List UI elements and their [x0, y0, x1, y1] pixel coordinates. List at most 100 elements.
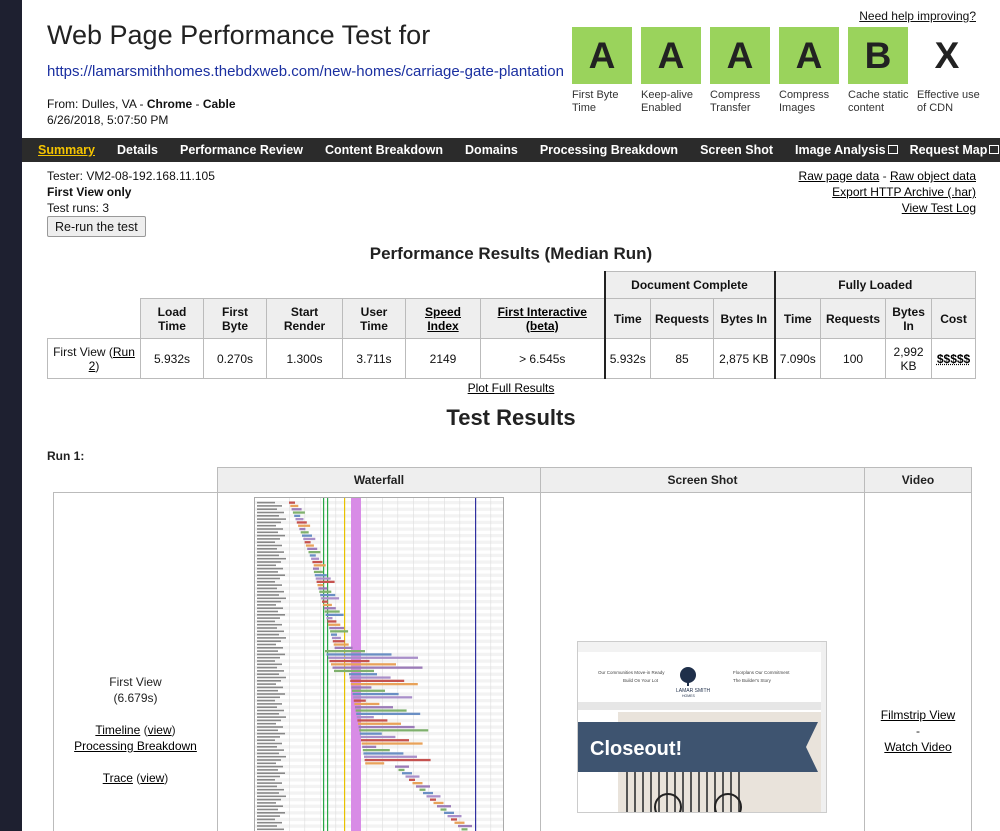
watch-video-link[interactable]: Watch Video — [884, 740, 951, 754]
filmstrip-view-link[interactable]: Filmstrip View — [881, 708, 955, 722]
waterfall-request-bar — [324, 610, 340, 613]
trace-view-link[interactable]: view — [140, 771, 164, 785]
doc-complete-group-header: Document Complete — [603, 271, 776, 299]
waterfall-request-bar — [361, 739, 409, 742]
waterfall-request-bar — [311, 557, 320, 560]
col-first-interactive[interactable]: First Interactive (beta) — [480, 298, 606, 339]
waterfall-row-label — [257, 544, 282, 547]
nav-details[interactable]: Details — [117, 143, 158, 157]
nav-summary[interactable]: Summary — [38, 143, 95, 157]
waterfall-request-bar — [359, 732, 382, 735]
timeline-link[interactable]: Timeline — [95, 723, 140, 737]
waterfall-row-label — [257, 746, 277, 748]
first-view-cell: First View (6.679s) Timeline (view) Proc… — [53, 492, 218, 831]
val-start-render: 1.300s — [266, 338, 343, 379]
waterfall-row-band — [255, 778, 503, 782]
plot-full-results-link[interactable]: Plot Full Results — [468, 381, 555, 395]
help-improving-link[interactable]: Need help improving? — [859, 9, 976, 23]
val-cost[interactable]: $$$$$ — [931, 338, 977, 379]
grade-keep-alive[interactable]: A Keep-alive Enabled — [641, 27, 710, 115]
waterfall-request-bar — [361, 742, 423, 745]
waterfall-row-label — [257, 584, 282, 586]
grade-first-byte[interactable]: A First Byte Time — [572, 27, 641, 115]
waterfall-request-bar — [419, 788, 426, 791]
waterfall-request-bar — [325, 650, 365, 653]
waterfall-gridline — [490, 498, 492, 831]
waterfall-row-label — [257, 623, 282, 626]
grade-box[interactable]: A — [641, 27, 701, 84]
view-test-log-link[interactable]: View Test Log — [902, 201, 976, 215]
val-user-time: 3.711s — [342, 338, 406, 379]
waterfall-request-bar — [331, 663, 396, 666]
processing-breakdown-link[interactable]: Processing Breakdown — [74, 739, 197, 753]
waterfall-request-bar — [329, 659, 370, 663]
waterfall-row-band — [255, 817, 503, 822]
waterfall-request-bar — [291, 508, 302, 511]
rerun-test-button[interactable]: Re-run the test — [47, 216, 146, 237]
waterfall-row-label — [257, 769, 278, 771]
grade-box[interactable]: A — [572, 27, 632, 84]
col-full-requests: Requests — [820, 298, 887, 339]
waterfall-row-label — [257, 590, 284, 593]
nav-domains[interactable]: Domains — [465, 143, 518, 157]
waterfall-row-band — [255, 699, 503, 703]
waterfall-row-band — [255, 619, 503, 624]
nav-content-breakdown[interactable]: Content Breakdown — [325, 143, 443, 157]
waterfall-row-band — [255, 514, 503, 518]
val-speed-index: 2149 — [405, 338, 481, 379]
row-label-first-view: First View (Run 2) — [47, 338, 141, 379]
waterfall-row-label — [257, 548, 277, 550]
waterfall-row-label — [257, 762, 276, 765]
tested-url-link[interactable]: https://lamarsmithhomes.thebdxweb.com/ne… — [47, 63, 564, 80]
nav-performance-review[interactable]: Performance Review — [180, 143, 303, 157]
waterfall-row-label — [257, 637, 286, 639]
first-interactive-link[interactable]: First Interactive (beta) — [498, 305, 587, 333]
waterfall-row-label — [257, 798, 281, 801]
nav-request-map[interactable]: Request Map — [910, 143, 1000, 157]
export-har-link[interactable]: Export HTTP Archive (.har) — [832, 185, 976, 199]
waterfall-request-bar — [290, 504, 299, 508]
grade-compress-images[interactable]: A Compress Images — [779, 27, 848, 115]
screenshot-thumbnail[interactable]: Our Communities Move-in Ready Build On Y… — [577, 641, 827, 813]
raw-object-data-link[interactable]: Raw object data — [890, 169, 976, 183]
grade-cdn[interactable]: X Effective use of CDN — [917, 27, 986, 115]
waterfall-request-bar — [295, 518, 304, 521]
grade-box[interactable]: A — [710, 27, 770, 84]
waterfall-row-label — [257, 722, 276, 725]
run-label: Run 1: — [47, 449, 85, 463]
waterfall-row-label — [257, 541, 275, 543]
waterfall-request-bar — [461, 828, 468, 831]
grade-box[interactable]: X — [917, 27, 977, 84]
waterfall-row-label — [257, 643, 276, 646]
timeline-view-link[interactable]: view — [148, 723, 172, 737]
col-speed-index[interactable]: Speed Index — [405, 298, 481, 339]
waterfall-thumbnail[interactable] — [254, 497, 504, 831]
grade-box[interactable]: B — [848, 27, 908, 84]
grade-cache-static[interactable]: B Cache static content — [848, 27, 917, 115]
waterfall-request-bar — [325, 613, 344, 616]
waterfall-row-label — [257, 792, 279, 794]
waterfall-row-label — [257, 785, 277, 788]
col-user-time: User Time — [342, 298, 406, 339]
waterfall-request-bar — [444, 811, 454, 814]
waterfall-request-bar — [328, 656, 418, 659]
nav-screen-shot[interactable]: Screen Shot — [700, 143, 773, 157]
waterfall-request-bar — [412, 782, 423, 785]
trace-link[interactable]: Trace — [103, 771, 133, 785]
raw-page-data-link[interactable]: Raw page data — [799, 169, 880, 183]
waterfall-row-band — [255, 804, 503, 808]
col-waterfall-header: Waterfall — [217, 467, 541, 493]
waterfall-row-band — [255, 580, 503, 584]
grade-compress-transfer[interactable]: A Compress Transfer — [710, 27, 779, 115]
waterfall-row-label — [257, 597, 286, 600]
nav-image-analysis[interactable]: Image Analysis — [795, 143, 898, 157]
nav-processing-breakdown[interactable]: Processing Breakdown — [540, 143, 678, 157]
waterfall-request-bar — [364, 755, 417, 758]
speed-index-link[interactable]: Speed Index — [425, 305, 461, 333]
waterfall-gridline — [397, 498, 399, 831]
waterfall-row-label — [257, 686, 283, 689]
grade-box[interactable]: A — [779, 27, 839, 84]
waterfall-row-band — [255, 593, 503, 597]
cost-link[interactable]: $$$$$ — [937, 352, 970, 366]
waterfall-row-label — [257, 531, 278, 534]
